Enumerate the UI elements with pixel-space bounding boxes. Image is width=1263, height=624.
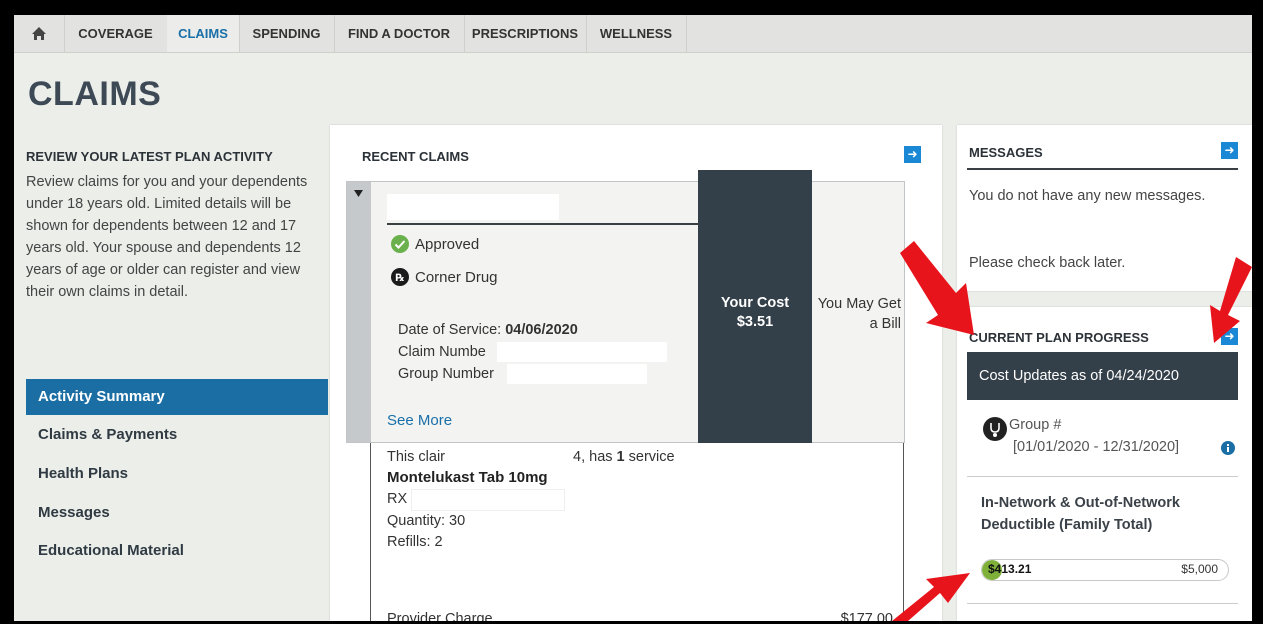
sidebar-item-educational-material[interactable]: Educational Material: [26, 533, 328, 569]
plan-progress-card: CURRENT PLAN PROGRESS ➜ Cost Updates as …: [957, 307, 1252, 621]
recent-claims-open-button[interactable]: ➜: [904, 146, 921, 163]
group-number-label: Group Number: [398, 366, 494, 382]
drug-name: Montelukast Tab 10mg: [387, 469, 548, 486]
refills-text: Refills: 2: [387, 534, 443, 550]
claim-detail-summary: This clair 4, has 1 service: [387, 449, 675, 465]
left-panel: REVIEW YOUR LATEST PLAN ACTIVITY Review …: [14, 125, 330, 621]
annotation-arrow-icon: [1210, 257, 1252, 343]
nav-find-a-doctor[interactable]: FIND A DOCTOR: [334, 15, 465, 52]
group-number-redacted: [507, 364, 647, 384]
check-circle-icon: [391, 235, 409, 253]
info-icon[interactable]: [1221, 441, 1235, 455]
member-name-redacted: [387, 194, 559, 220]
claim-status: Approved: [391, 235, 479, 253]
messages-empty-text: You do not have any new messages.: [969, 188, 1206, 204]
annotation-arrow-icon: [900, 241, 974, 335]
messages-card: MESSAGES ➜ You do not have any new messa…: [957, 125, 1252, 291]
rx-icon: ℞: [391, 268, 409, 286]
deductible-max: $5,000: [1181, 562, 1218, 576]
home-button[interactable]: [14, 15, 65, 52]
sidebar-item-health-plans[interactable]: Health Plans: [26, 456, 328, 492]
top-nav: COVERAGE CLAIMS SPENDING FIND A DOCTOR P…: [14, 15, 1252, 53]
browser-viewport: COVERAGE CLAIMS SPENDING FIND A DOCTOR P…: [14, 15, 1252, 621]
your-cost-value: $3.51: [736, 314, 774, 330]
plan-progress-heading: CURRENT PLAN PROGRESS: [969, 330, 1149, 345]
sidebar-item-claims-payments[interactable]: Claims & Payments: [26, 417, 328, 453]
nav-spending[interactable]: SPENDING: [239, 15, 335, 52]
claim-summary[interactable]: Approved ℞ Corner Drug Date of Service: …: [346, 170, 905, 443]
divider: [387, 223, 698, 225]
recent-claims-heading: RECENT CLAIMS: [362, 149, 469, 164]
provider-text: Corner Drug: [415, 268, 498, 286]
home-icon: [32, 27, 46, 40]
deductible-title: In-Network & Out-of-Network Deductible (…: [981, 495, 1180, 533]
your-cost-label: Your Cost: [720, 295, 790, 311]
claim-provider: ℞ Corner Drug: [391, 268, 498, 286]
arrow-right-icon: ➜: [907, 147, 918, 161]
plan-date-range: [01/01/2020 - 12/31/2020]: [1013, 439, 1180, 455]
claim-number-label: Claim Numbe: [398, 344, 486, 360]
rx-number-redacted: [411, 489, 565, 511]
arrow-right-icon: ➜: [1224, 143, 1235, 157]
caret-down-icon: [354, 190, 363, 197]
your-cost: Your Cost $3.51: [698, 294, 812, 332]
messages-open-button[interactable]: ➜: [1221, 142, 1238, 159]
your-cost-column: Your Cost $3.51: [698, 170, 812, 443]
date-of-service: Date of Service: 04/06/2020: [398, 322, 578, 338]
sidebar-item-messages[interactable]: Messages: [26, 495, 328, 531]
messages-heading: MESSAGES: [969, 145, 1043, 160]
divider: [967, 168, 1238, 170]
nav-prescriptions[interactable]: PRESCRIPTIONS: [464, 15, 587, 52]
sidebar-item-activity-summary[interactable]: Activity Summary: [26, 379, 328, 415]
nav-coverage[interactable]: COVERAGE: [64, 15, 168, 52]
nav-wellness[interactable]: WELLNESS: [586, 15, 687, 52]
messages-check-back: Please check back later.: [969, 255, 1126, 271]
left-heading: REVIEW YOUR LATEST PLAN ACTIVITY: [26, 149, 273, 164]
recent-claims-card: RECENT CLAIMS ➜ This clair 4, has 1 servi…: [330, 125, 942, 621]
group-number-label: Group #: [1009, 417, 1062, 433]
divider: [967, 603, 1238, 604]
svg-text:℞: ℞: [396, 273, 405, 284]
claim-expand-toggle[interactable]: [347, 182, 371, 442]
provider-charge-label: Provider Charge: [387, 611, 493, 621]
claim-detail-panel: This clair 4, has 1 service Montelukast T…: [370, 425, 904, 621]
annotation-arrow-icon: [892, 573, 970, 621]
divider: [967, 476, 1238, 477]
deductible-spent: $413.21: [988, 562, 1032, 576]
stethoscope-icon: [983, 417, 1007, 441]
deductible-progress-bar: $413.21 $5,000: [981, 559, 1229, 581]
quantity-text: Quantity: 30: [387, 513, 466, 529]
nav-claims[interactable]: CLAIMS: [167, 15, 240, 52]
left-description: Review claims for you and your dependent…: [26, 174, 308, 300]
page-title: CLAIMS: [28, 75, 162, 113]
status-text: Approved: [415, 235, 480, 253]
claim-number-redacted: [497, 342, 667, 362]
cost-updates-banner: Cost Updates as of 04/24/2020: [967, 352, 1238, 400]
bill-note: You May Get a Bill: [817, 296, 901, 332]
see-more-link[interactable]: See More: [387, 412, 452, 429]
